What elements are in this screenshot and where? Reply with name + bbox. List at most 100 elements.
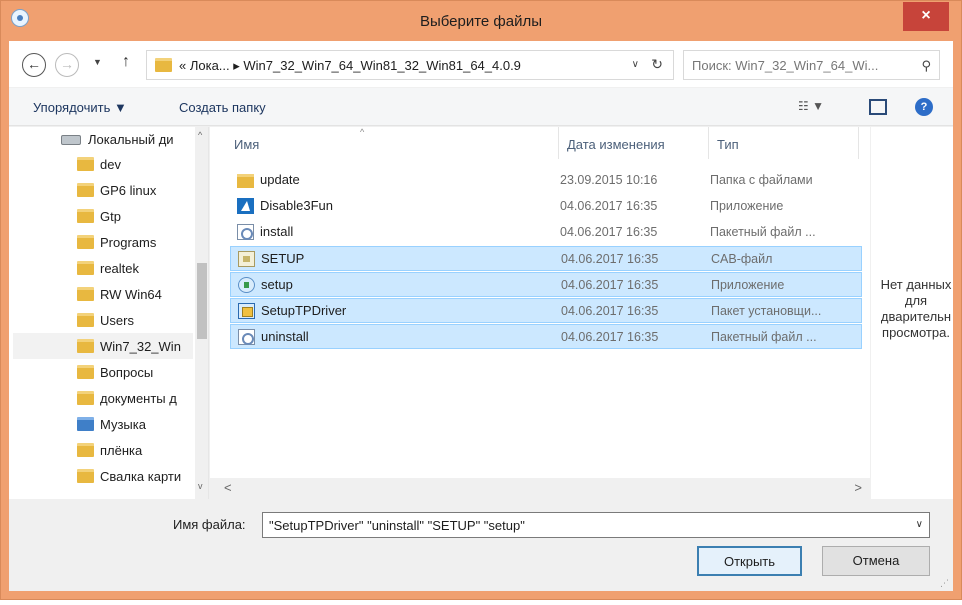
installer-package-icon xyxy=(238,303,255,319)
preview-pane-icon[interactable] xyxy=(869,99,887,115)
file-date: 23.09.2015 10:16 xyxy=(560,173,658,187)
sidebar-item-folder[interactable]: Users xyxy=(73,308,193,334)
preview-pane: Нет данных для дварительн просмотра. xyxy=(871,127,953,499)
cancel-button[interactable]: Отмена xyxy=(822,546,930,576)
file-date: 04.06.2017 16:35 xyxy=(561,278,659,292)
refresh-icon[interactable]: ↻ xyxy=(651,56,663,73)
address-bar[interactable]: « Лока... ▸ Win7_32_Win7_64_Win81_32_Win… xyxy=(146,50,674,80)
sidebar-item-label: Win7_32_Win xyxy=(100,339,181,354)
open-button[interactable]: Открыть xyxy=(697,546,802,576)
filename-label: Имя файла: xyxy=(173,517,246,532)
file-name: Disable3Fun xyxy=(260,198,333,213)
batch-file-icon xyxy=(238,329,255,345)
sidebar-item-local-disk[interactable]: Локальный ди xyxy=(61,127,193,153)
horizontal-scrollbar[interactable]: < > xyxy=(210,478,870,499)
sidebar-scroll-thumb[interactable] xyxy=(197,263,207,339)
file-type: Пакетный файл ... xyxy=(711,330,817,344)
folder-icon xyxy=(77,157,94,171)
search-placeholder: Поиск: Win7_32_Win7_64_Wi... xyxy=(692,58,879,73)
app-icon xyxy=(237,198,254,214)
sidebar-item-folder[interactable]: плёнка xyxy=(73,438,193,464)
sidebar-item-label: плёнка xyxy=(100,443,143,458)
file-date: 04.06.2017 16:35 xyxy=(560,199,658,213)
sidebar-item-music[interactable]: Музыка xyxy=(73,412,193,438)
file-row-selected[interactable]: SetupTPDriver 04.06.2017 16:35 Пакет уст… xyxy=(230,298,862,323)
sidebar-item-folder[interactable]: RW Win64 xyxy=(73,282,193,308)
scroll-up-icon[interactable]: ^ xyxy=(198,130,202,140)
dialog-title: Выберите файлы xyxy=(419,13,543,30)
sidebar-item-folder[interactable]: Gtp xyxy=(73,204,193,230)
folder-icon xyxy=(77,235,94,249)
file-date: 04.06.2017 16:35 xyxy=(561,252,659,266)
dialog-client: ← → ▼ ↑ « Лока... ▸ Win7_32_Win7_64_Win8… xyxy=(9,41,953,591)
sidebar-item-label: Локальный ди xyxy=(88,132,174,147)
folder-icon xyxy=(77,287,94,301)
help-icon[interactable]: ? xyxy=(915,98,933,116)
file-name: install xyxy=(260,224,294,239)
batch-file-icon xyxy=(237,224,254,240)
file-row-selected[interactable]: SETUP 04.06.2017 16:35 CAB-файл xyxy=(230,246,862,271)
column-divider[interactable] xyxy=(708,127,709,159)
file-name: SetupTPDriver xyxy=(261,303,347,318)
command-toolbar: Упорядочить ▼ Создать папку ☷ ▼ ? xyxy=(9,88,953,126)
file-row-selected[interactable]: setup 04.06.2017 16:35 Приложение xyxy=(230,272,862,297)
drive-icon xyxy=(61,135,81,145)
address-bar-row: ← → ▼ ↑ « Лока... ▸ Win7_32_Win7_64_Win8… xyxy=(9,41,953,87)
folder-icon xyxy=(77,209,94,223)
column-divider[interactable] xyxy=(558,127,559,159)
file-type: Пакет установщи... xyxy=(711,304,822,318)
file-type: Пакетный файл ... xyxy=(710,225,816,239)
resize-grip-icon[interactable]: ⋰ xyxy=(940,578,949,589)
view-options-icon[interactable]: ☷ ▼ xyxy=(798,99,824,113)
column-header-name[interactable]: Имя xyxy=(234,137,259,152)
scroll-down-icon[interactable]: v xyxy=(198,481,203,491)
file-row[interactable]: Disable3Fun 04.06.2017 16:35 Приложение xyxy=(230,194,862,219)
sidebar-item-folder[interactable]: Вопросы xyxy=(73,360,193,386)
file-name: uninstall xyxy=(261,329,309,344)
close-button[interactable]: × xyxy=(903,2,949,31)
sidebar-item-label: realtek xyxy=(100,261,140,276)
column-header-type[interactable]: Тип xyxy=(717,137,739,152)
up-button[interactable]: ↑ xyxy=(122,53,130,71)
folder-icon xyxy=(77,443,94,457)
sidebar-item-folder[interactable]: GP6 linux xyxy=(73,178,193,204)
recent-locations-chevron-icon[interactable]: ▼ xyxy=(93,57,102,67)
file-row[interactable]: install 04.06.2017 16:35 Пакетный файл .… xyxy=(230,220,862,245)
sort-ascending-icon: ^ xyxy=(360,127,365,137)
file-row[interactable]: update 23.09.2015 10:16 Папка с файлами xyxy=(230,168,862,193)
sidebar-item-folder[interactable]: realtek xyxy=(73,256,193,282)
file-list: ^ Имя Дата изменения Тип update 23.09.20… xyxy=(210,127,870,499)
title-bar[interactable]: Выберите файлы × xyxy=(1,1,961,41)
organize-button[interactable]: Упорядочить ▼ xyxy=(33,100,127,115)
back-button[interactable]: ← xyxy=(22,53,46,77)
file-row-selected[interactable]: uninstall 04.06.2017 16:35 Пакетный файл… xyxy=(230,324,862,349)
sidebar-item-label: GP6 linux xyxy=(100,183,157,198)
filename-input[interactable]: "SetupTPDriver" "uninstall" "SETUP" "set… xyxy=(262,512,930,538)
scroll-left-icon[interactable]: < xyxy=(224,480,232,495)
file-name: SETUP xyxy=(261,251,305,266)
filename-value[interactable]: "SetupTPDriver" "uninstall" "SETUP" "set… xyxy=(269,518,525,533)
column-divider[interactable] xyxy=(858,127,859,159)
scroll-right-icon[interactable]: > xyxy=(854,480,862,495)
sidebar-item-label: Programs xyxy=(100,235,157,250)
sidebar-item-folder[interactable]: Свалка карти xyxy=(73,464,193,490)
sidebar-item-folder[interactable]: документы д xyxy=(73,386,193,412)
new-folder-button[interactable]: Создать папку xyxy=(179,100,266,115)
chevron-down-icon[interactable]: ∨ xyxy=(916,519,923,530)
address-path[interactable]: « Лока... ▸ Win7_32_Win7_64_Win81_32_Win… xyxy=(179,58,521,74)
sidebar-item-folder[interactable]: dev xyxy=(73,152,193,178)
forward-button[interactable]: → xyxy=(55,53,79,77)
sidebar-item-folder-selected[interactable]: Win7_32_Win xyxy=(73,334,193,360)
sidebar-item-label: RW Win64 xyxy=(100,287,162,302)
search-input[interactable]: Поиск: Win7_32_Win7_64_Wi... ⚲ xyxy=(683,50,940,80)
sidebar-item-label: документы д xyxy=(100,391,177,406)
preview-line: просмотра. xyxy=(882,325,950,340)
cab-file-icon xyxy=(238,251,255,267)
address-dropdown-icon[interactable]: ∨ xyxy=(632,59,639,70)
sidebar-item-label: Свалка карти xyxy=(100,469,182,484)
sidebar-item-folder[interactable]: Programs xyxy=(73,230,193,256)
file-type: Приложение xyxy=(710,199,784,213)
file-date: 04.06.2017 16:35 xyxy=(560,225,658,239)
column-header-date[interactable]: Дата изменения xyxy=(567,137,665,152)
search-icon[interactable]: ⚲ xyxy=(921,58,931,74)
